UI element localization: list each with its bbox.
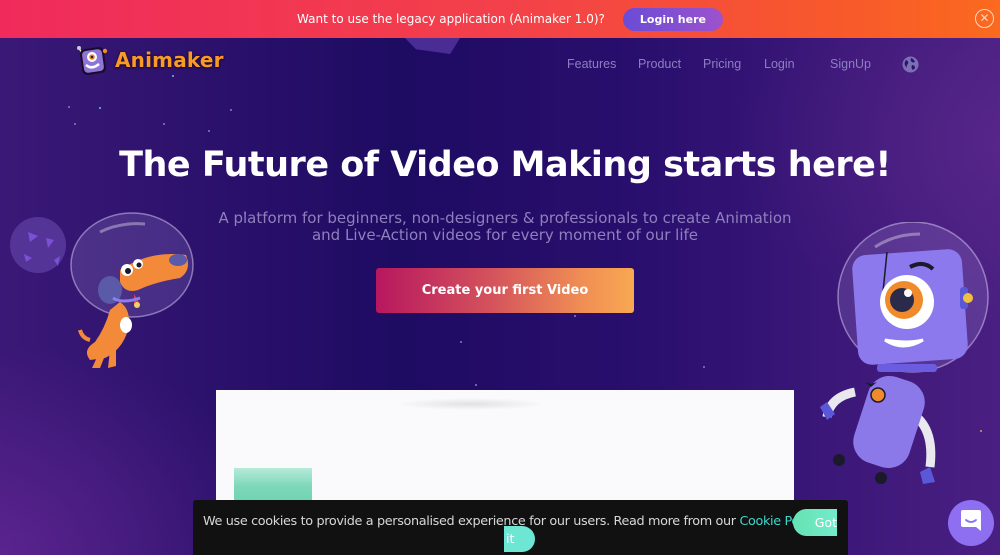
cookie-message: We use cookies to provide a personalised… bbox=[203, 514, 740, 529]
legacy-login-button[interactable]: Login here bbox=[622, 7, 723, 31]
astronaut-robot-illustration bbox=[815, 221, 1000, 492]
main-nav: Features Product Pricing Login SignUp bbox=[0, 57, 1000, 73]
legacy-banner-text: Want to use the legacy application (Anim… bbox=[297, 12, 605, 26]
got-it-button-overflow[interactable]: it bbox=[504, 526, 535, 552]
floating-shard-decoration bbox=[405, 38, 460, 54]
star bbox=[475, 384, 477, 386]
create-first-video-button[interactable]: Create your first Video bbox=[376, 268, 634, 313]
star bbox=[703, 366, 705, 368]
star bbox=[460, 341, 462, 343]
star bbox=[574, 315, 576, 317]
chat-bubble-icon bbox=[960, 509, 982, 537]
chat-launcher-button[interactable] bbox=[948, 500, 994, 546]
close-icon[interactable]: ✕ bbox=[975, 9, 994, 28]
star bbox=[163, 123, 165, 125]
legacy-banner: Want to use the legacy application (Anim… bbox=[0, 0, 1000, 38]
hero-title: The Future of Video Making starts here! bbox=[119, 145, 891, 185]
nav-item-login[interactable]: Login bbox=[764, 57, 795, 71]
nav-item-signup[interactable]: SignUp bbox=[830, 57, 871, 71]
globe-icon[interactable] bbox=[902, 56, 919, 73]
star bbox=[99, 107, 101, 109]
astronaut-dog-illustration bbox=[10, 210, 200, 370]
nav-item-pricing[interactable]: Pricing bbox=[703, 57, 741, 71]
nav-item-product[interactable]: Product bbox=[638, 57, 681, 71]
cookie-consent-bar: We use cookies to provide a personalised… bbox=[193, 500, 848, 555]
planet-illustration bbox=[10, 217, 66, 273]
star bbox=[208, 130, 210, 132]
nav-item-features[interactable]: Features bbox=[567, 57, 616, 71]
got-it-button[interactable]: Got bbox=[793, 509, 837, 536]
video-preview[interactable] bbox=[216, 390, 794, 505]
star bbox=[230, 109, 232, 111]
star bbox=[68, 106, 70, 108]
video-preview-blur bbox=[396, 398, 546, 410]
star bbox=[74, 123, 76, 125]
